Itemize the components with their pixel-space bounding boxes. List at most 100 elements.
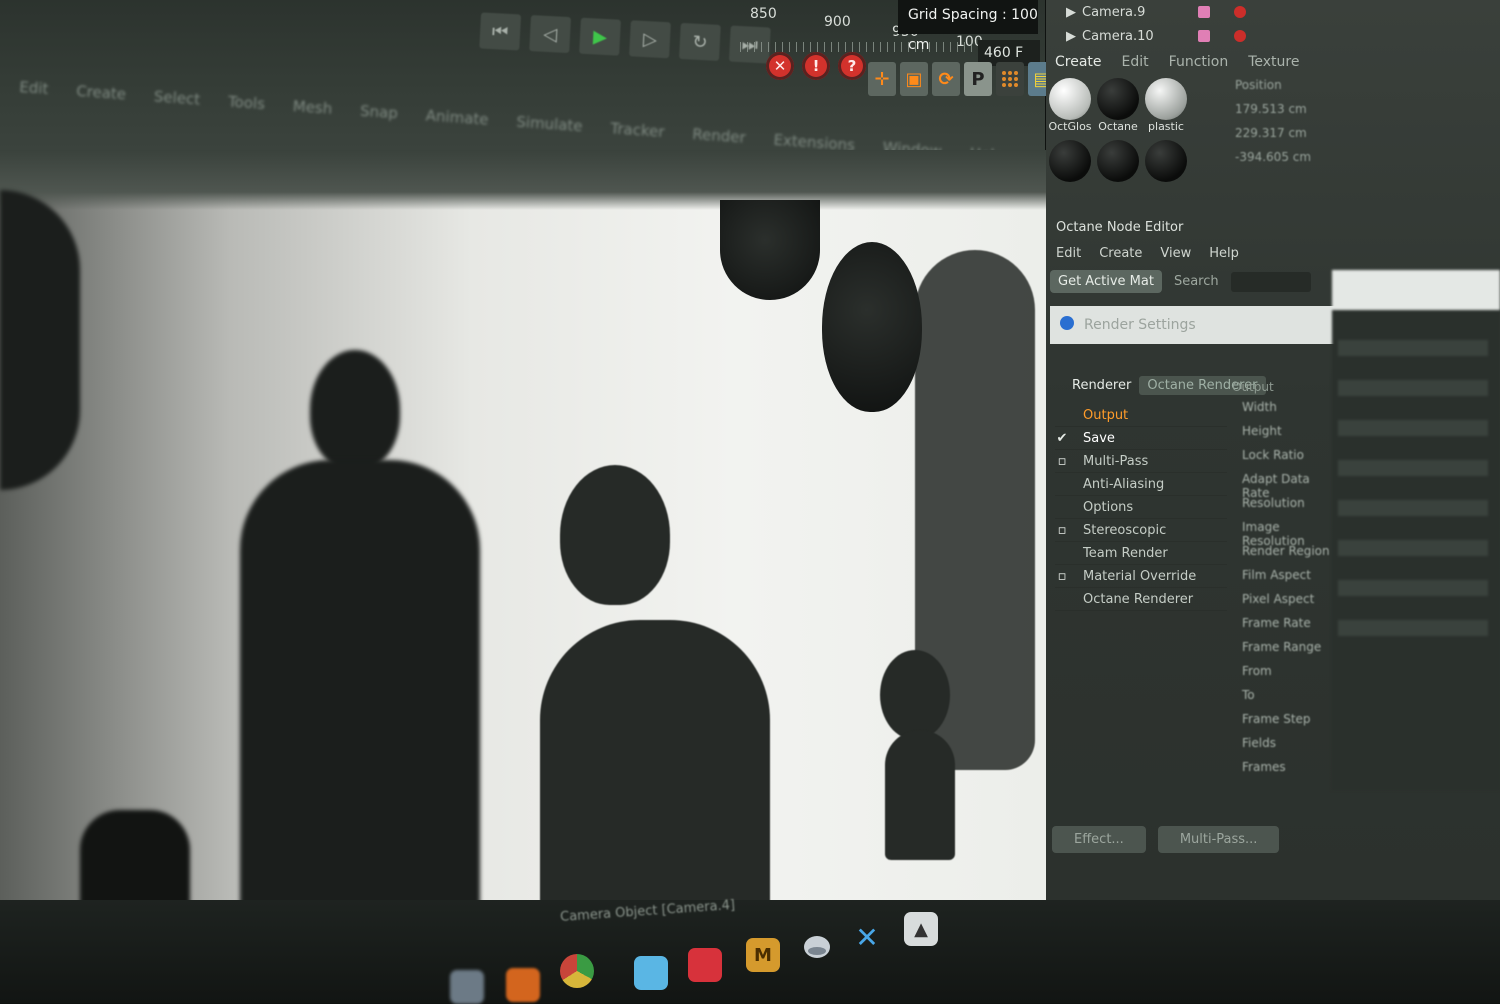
loop-button[interactable]: ↻ — [678, 22, 721, 61]
render-viewport[interactable] — [0, 150, 1048, 990]
parameter-tool-icon[interactable]: P — [964, 62, 992, 96]
material-swatch[interactable] — [1048, 140, 1092, 196]
menu-item[interactable]: View — [1160, 246, 1191, 261]
attribute-row[interactable] — [1338, 380, 1488, 396]
tab-texture[interactable]: Texture — [1248, 54, 1299, 70]
attribute-row[interactable] — [1338, 460, 1488, 476]
settings-item-team-render[interactable]: Team Render — [1055, 542, 1227, 565]
gold-m-app-icon[interactable]: M — [746, 938, 780, 972]
item-checkbox[interactable] — [1055, 592, 1069, 606]
menu-item[interactable]: Snap — [360, 102, 399, 123]
point-level-icon[interactable] — [996, 62, 1024, 96]
render-figure — [885, 730, 955, 860]
material-swatch[interactable]: plastic — [1144, 78, 1188, 134]
item-label: Multi-Pass — [1083, 453, 1149, 469]
material-preview — [1145, 140, 1187, 182]
settings-item-stereoscopic[interactable]: ▫ Stereoscopic — [1055, 519, 1227, 542]
object-manager: ▶ Camera.9 ▶ Camera.10 — [1066, 0, 1246, 48]
blue-app-icon[interactable] — [634, 956, 668, 990]
tab-function[interactable]: Function — [1169, 54, 1229, 70]
attribute-row[interactable] — [1338, 540, 1488, 556]
keyframe-selection-button[interactable]: ? — [838, 52, 866, 80]
material-swatch[interactable] — [1144, 140, 1188, 196]
play-button[interactable]: ▶ — [579, 17, 621, 56]
menu-item[interactable]: Mesh — [292, 97, 333, 118]
item-checkbox[interactable] — [1055, 477, 1069, 491]
object-row[interactable]: ▶ Camera.9 — [1066, 0, 1246, 24]
menu-item[interactable]: Edit — [1056, 246, 1081, 261]
menu-item[interactable]: Help — [1209, 246, 1239, 261]
effect-button[interactable]: Effect... — [1052, 826, 1146, 853]
menu-item[interactable]: Animate — [425, 106, 489, 128]
position-z-field[interactable]: -394.605 cm — [1235, 150, 1445, 174]
next-key-button[interactable]: ▷ — [629, 20, 671, 59]
attribute-row[interactable] — [1338, 580, 1488, 596]
menu-item[interactable]: Tools — [227, 93, 265, 114]
settings-item-material-override[interactable]: ▫ Material Override — [1055, 565, 1227, 588]
item-checkbox[interactable]: ▫ — [1055, 454, 1069, 469]
menu-item[interactable]: Create — [1099, 246, 1142, 261]
attribute-row[interactable] — [1338, 500, 1488, 516]
settings-item-save[interactable]: ✔ Save — [1055, 427, 1227, 450]
attribute-row[interactable] — [1338, 340, 1488, 356]
tag-icon[interactable] — [1198, 6, 1210, 18]
menu-item[interactable]: Select — [153, 87, 200, 108]
material-swatch[interactable]: Octane — [1096, 78, 1140, 134]
get-active-material-button[interactable]: Get Active Mat — [1050, 270, 1162, 293]
tag-icon[interactable] — [1198, 30, 1210, 42]
item-checkbox[interactable] — [1055, 408, 1069, 422]
output-header: Output — [1232, 380, 1274, 394]
tab-create[interactable]: Create — [1055, 54, 1102, 70]
multi-pass-button[interactable]: Multi-Pass... — [1157, 826, 1280, 853]
item-checkbox[interactable]: ✔ — [1055, 431, 1069, 446]
param-label: Lock Ratio — [1242, 448, 1304, 462]
param-label: Pixel Aspect — [1242, 592, 1315, 606]
playback-controls: ⏮ ◁ ▶ ▷ ↻ ⏭ — [479, 12, 771, 64]
attribute-row[interactable] — [1338, 420, 1488, 436]
autokeying-button[interactable]: ! — [802, 52, 830, 80]
rotate-tool-icon[interactable]: ⟳ — [932, 62, 960, 96]
scale-tool-icon[interactable]: ▣ — [900, 62, 928, 96]
preview-app-icon[interactable]: ▲ — [904, 912, 938, 946]
previous-key-button[interactable]: ◁ — [529, 15, 572, 54]
cinema4d-app-icon[interactable] — [800, 930, 834, 964]
item-checkbox[interactable]: ▫ — [1055, 569, 1069, 584]
tab-edit[interactable]: Edit — [1122, 54, 1149, 70]
menu-item[interactable]: Tracker — [610, 119, 665, 141]
settings-item-octane-renderer[interactable]: Octane Renderer — [1055, 588, 1227, 611]
chrome-app-icon[interactable] — [560, 954, 594, 988]
attribute-manager — [1332, 270, 1500, 790]
visibility-dot-icon[interactable] — [1234, 30, 1246, 42]
record-active-objects-button[interactable]: ✕ — [766, 52, 794, 80]
attribute-row[interactable] — [1338, 620, 1488, 636]
menu-item[interactable]: Render — [692, 125, 747, 147]
orange-app-icon[interactable] — [506, 968, 540, 1002]
viewport-header — [0, 150, 1048, 210]
render-settings-list: Output ✔ Save ▫ Multi-Pass Anti-Aliasing… — [1055, 404, 1227, 611]
x-app-icon[interactable]: ✕ — [850, 920, 884, 954]
position-y-field[interactable]: 229.317 cm — [1235, 126, 1445, 150]
menu-item[interactable]: Create — [76, 82, 127, 103]
settings-item-multi-pass[interactable]: ▫ Multi-Pass — [1055, 450, 1227, 473]
item-label: Team Render — [1083, 545, 1168, 561]
camera-icon: ▶ — [1066, 28, 1076, 44]
visibility-dot-icon[interactable] — [1234, 6, 1246, 18]
item-checkbox[interactable]: ▫ — [1055, 523, 1069, 538]
material-swatch[interactable]: OctGlos — [1048, 78, 1092, 134]
menu-item[interactable]: Simulate — [516, 113, 583, 136]
material-swatch[interactable] — [1096, 140, 1140, 196]
finder-app-icon[interactable] — [450, 970, 484, 1004]
object-row[interactable]: ▶ Camera.10 — [1066, 24, 1246, 48]
menu-item[interactable]: Edit — [19, 78, 49, 98]
settings-item-anti-aliasing[interactable]: Anti-Aliasing — [1055, 473, 1227, 496]
red-app-icon[interactable] — [688, 948, 722, 982]
go-to-start-button[interactable]: ⏮ — [479, 12, 522, 51]
move-tool-icon[interactable]: ✛ — [868, 62, 896, 96]
item-checkbox[interactable] — [1055, 500, 1069, 514]
settings-item-options[interactable]: Options — [1055, 496, 1227, 519]
item-checkbox[interactable] — [1055, 546, 1069, 560]
item-label: Anti-Aliasing — [1083, 476, 1165, 492]
settings-item-output[interactable]: Output — [1055, 404, 1227, 427]
search-input[interactable] — [1230, 271, 1311, 292]
position-x-field[interactable]: 179.513 cm — [1235, 102, 1445, 126]
